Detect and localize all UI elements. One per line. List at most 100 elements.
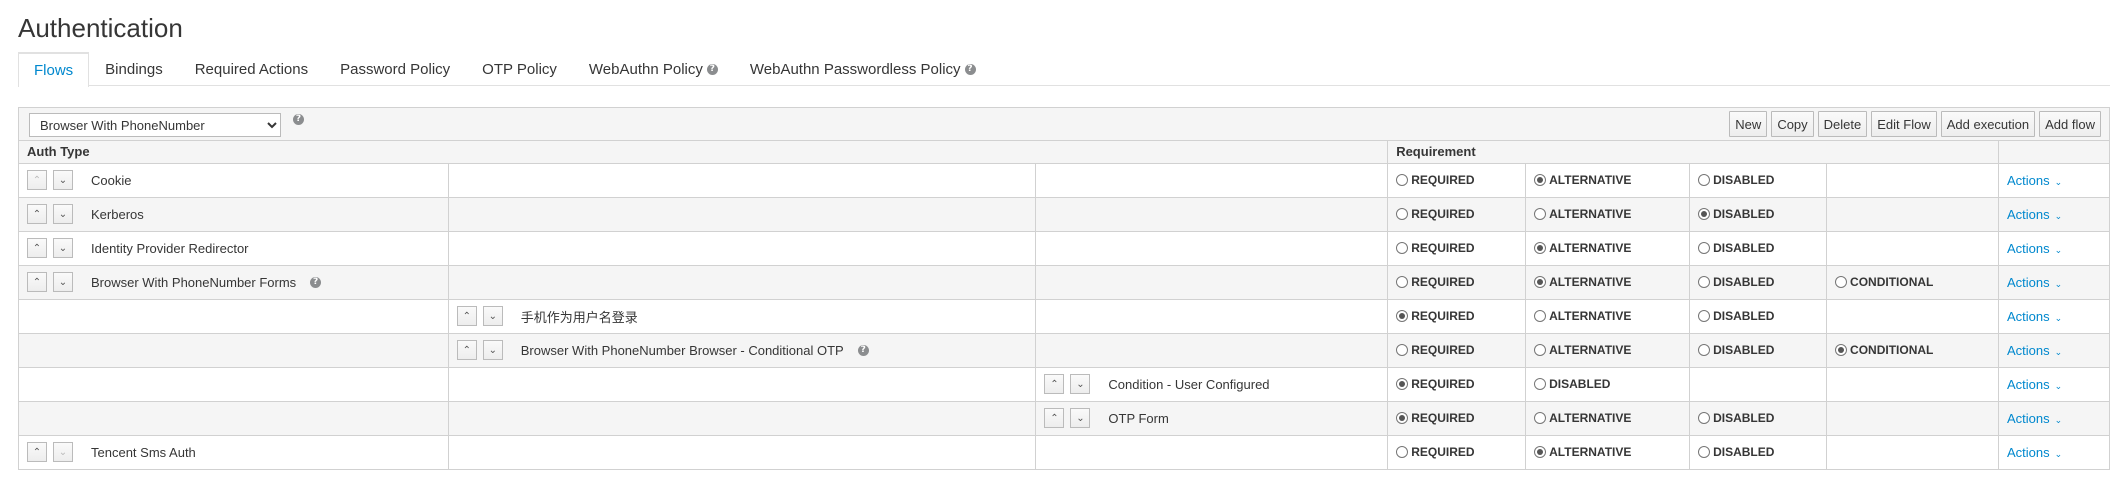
- radio-button[interactable]: [1698, 344, 1711, 356]
- chevron-up-icon[interactable]: ⌃: [27, 238, 47, 258]
- radio-button[interactable]: [1534, 242, 1547, 254]
- requirement-radio-required[interactable]: REQUIRED: [1396, 173, 1517, 187]
- chevron-down-icon[interactable]: ⌄: [53, 204, 73, 224]
- radio-button[interactable]: [1396, 378, 1409, 390]
- requirement-radio-alternative[interactable]: ALTERNATIVE: [1534, 445, 1681, 459]
- radio-button[interactable]: [1698, 310, 1711, 322]
- chevron-up-icon[interactable]: ⌃: [27, 442, 47, 462]
- chevron-down-icon[interactable]: ⌄: [1070, 408, 1091, 428]
- help-icon[interactable]: ?: [964, 64, 976, 75]
- requirement-radio-disabled[interactable]: DISABLED: [1698, 241, 1818, 255]
- requirement-radio-alternative[interactable]: ALTERNATIVE: [1534, 207, 1681, 221]
- chevron-down-icon[interactable]: ⌄: [482, 340, 503, 360]
- requirement-radio-alternative[interactable]: ALTERNATIVE: [1534, 275, 1681, 289]
- requirement-radio-disabled[interactable]: DISABLED: [1698, 173, 1818, 187]
- radio-button[interactable]: [1698, 208, 1711, 220]
- radio-button[interactable]: [1534, 378, 1547, 390]
- actions-dropdown[interactable]: Actions ⌄: [2007, 445, 2062, 460]
- radio-button[interactable]: [1698, 412, 1711, 424]
- radio-button[interactable]: [1698, 242, 1711, 254]
- requirement-radio-required[interactable]: REQUIRED: [1396, 309, 1517, 323]
- chevron-down-icon[interactable]: ⌄: [482, 306, 503, 326]
- requirement-radio-alternative[interactable]: ALTERNATIVE: [1534, 241, 1681, 255]
- chevron-down-icon[interactable]: ⌄: [53, 170, 73, 190]
- actions-dropdown[interactable]: Actions ⌄: [2007, 309, 2062, 324]
- help-icon[interactable]: ?: [857, 344, 869, 356]
- tab-webauthn-policy[interactable]: WebAuthn Policy?: [573, 52, 734, 86]
- radio-button[interactable]: [1698, 276, 1711, 288]
- requirement-radio-disabled[interactable]: DISABLED: [1698, 343, 1818, 357]
- requirement-radio-alternative[interactable]: ALTERNATIVE: [1534, 309, 1681, 323]
- tab-otp-policy[interactable]: OTP Policy: [466, 52, 573, 86]
- help-icon[interactable]: ?: [293, 114, 304, 125]
- radio-button[interactable]: [1396, 208, 1409, 220]
- radio-button[interactable]: [1396, 310, 1409, 322]
- requirement-radio-alternative[interactable]: ALTERNATIVE: [1534, 343, 1681, 357]
- radio-button[interactable]: [1534, 276, 1547, 288]
- radio-button[interactable]: [1396, 446, 1409, 458]
- copy-button[interactable]: Copy: [1771, 111, 1814, 137]
- actions-dropdown[interactable]: Actions ⌄: [2007, 275, 2062, 290]
- radio-button[interactable]: [1534, 344, 1547, 356]
- help-icon[interactable]: ?: [706, 64, 718, 75]
- actions-dropdown[interactable]: Actions ⌄: [2007, 377, 2062, 392]
- requirement-radio-required[interactable]: REQUIRED: [1396, 207, 1517, 221]
- radio-button[interactable]: [1396, 276, 1409, 288]
- requirement-radio-required[interactable]: REQUIRED: [1396, 241, 1517, 255]
- radio-button[interactable]: [1534, 412, 1547, 424]
- flow-select[interactable]: Browser With PhoneNumber: [29, 113, 281, 137]
- requirement-radio-required[interactable]: REQUIRED: [1396, 445, 1517, 459]
- requirement-radio-disabled[interactable]: DISABLED: [1698, 411, 1818, 425]
- radio-button[interactable]: [1396, 344, 1409, 356]
- radio-button[interactable]: [1534, 174, 1547, 186]
- chevron-up-icon[interactable]: ⌃: [27, 272, 47, 292]
- tab-flows[interactable]: Flows: [18, 52, 90, 87]
- tab-webauthn-passwordless-policy[interactable]: WebAuthn Passwordless Policy?: [734, 52, 992, 86]
- add-execution-button[interactable]: Add execution: [1940, 111, 2036, 137]
- chevron-up-icon[interactable]: ⌃: [27, 170, 47, 190]
- radio-button[interactable]: [1835, 276, 1848, 288]
- edit-flow-button[interactable]: Edit Flow: [1871, 111, 1937, 137]
- delete-button[interactable]: Delete: [1817, 111, 1868, 137]
- chevron-down-icon[interactable]: ⌄: [53, 238, 73, 258]
- chevron-up-icon[interactable]: ⌃: [27, 204, 47, 224]
- radio-button[interactable]: [1396, 242, 1409, 254]
- requirement-radio-conditional[interactable]: CONDITIONAL: [1835, 275, 1990, 289]
- requirement-radio-disabled[interactable]: DISABLED: [1698, 445, 1818, 459]
- requirement-radio-disabled[interactable]: DISABLED: [1698, 275, 1818, 289]
- requirement-radio-disabled[interactable]: DISABLED: [1534, 377, 1681, 391]
- requirement-radio-alternative[interactable]: ALTERNATIVE: [1534, 173, 1681, 187]
- chevron-up-icon[interactable]: ⌃: [456, 340, 477, 360]
- tab-required-actions[interactable]: Required Actions: [179, 52, 324, 86]
- requirement-radio-conditional[interactable]: CONDITIONAL: [1835, 343, 1990, 357]
- radio-button[interactable]: [1835, 344, 1848, 356]
- chevron-down-icon[interactable]: ⌄: [1070, 374, 1091, 394]
- chevron-up-icon[interactable]: ⌃: [1044, 374, 1065, 394]
- actions-dropdown[interactable]: Actions ⌄: [2007, 411, 2062, 426]
- requirement-radio-disabled[interactable]: DISABLED: [1698, 207, 1818, 221]
- radio-button[interactable]: [1698, 174, 1711, 186]
- chevron-up-icon[interactable]: ⌃: [456, 306, 477, 326]
- radio-button[interactable]: [1396, 174, 1409, 186]
- actions-dropdown[interactable]: Actions ⌄: [2007, 207, 2062, 222]
- radio-button[interactable]: [1534, 446, 1547, 458]
- chevron-down-icon[interactable]: ⌄: [53, 272, 73, 292]
- requirement-radio-required[interactable]: REQUIRED: [1396, 275, 1517, 289]
- radio-button[interactable]: [1698, 446, 1711, 458]
- requirement-radio-disabled[interactable]: DISABLED: [1698, 309, 1818, 323]
- radio-button[interactable]: [1396, 412, 1409, 424]
- requirement-radio-alternative[interactable]: ALTERNATIVE: [1534, 411, 1681, 425]
- actions-dropdown[interactable]: Actions ⌄: [2007, 241, 2062, 256]
- tab-bindings[interactable]: Bindings: [89, 52, 179, 86]
- requirement-radio-required[interactable]: REQUIRED: [1396, 377, 1517, 391]
- tab-password-policy[interactable]: Password Policy: [324, 52, 466, 86]
- add-flow-button[interactable]: Add flow: [2039, 111, 2101, 137]
- help-icon[interactable]: ?: [310, 276, 322, 288]
- requirement-radio-required[interactable]: REQUIRED: [1396, 343, 1517, 357]
- radio-button[interactable]: [1534, 208, 1547, 220]
- radio-button[interactable]: [1534, 310, 1547, 322]
- actions-dropdown[interactable]: Actions ⌄: [2007, 173, 2062, 188]
- requirement-radio-required[interactable]: REQUIRED: [1396, 411, 1517, 425]
- new-button[interactable]: New: [1729, 111, 1768, 137]
- actions-dropdown[interactable]: Actions ⌄: [2007, 343, 2062, 358]
